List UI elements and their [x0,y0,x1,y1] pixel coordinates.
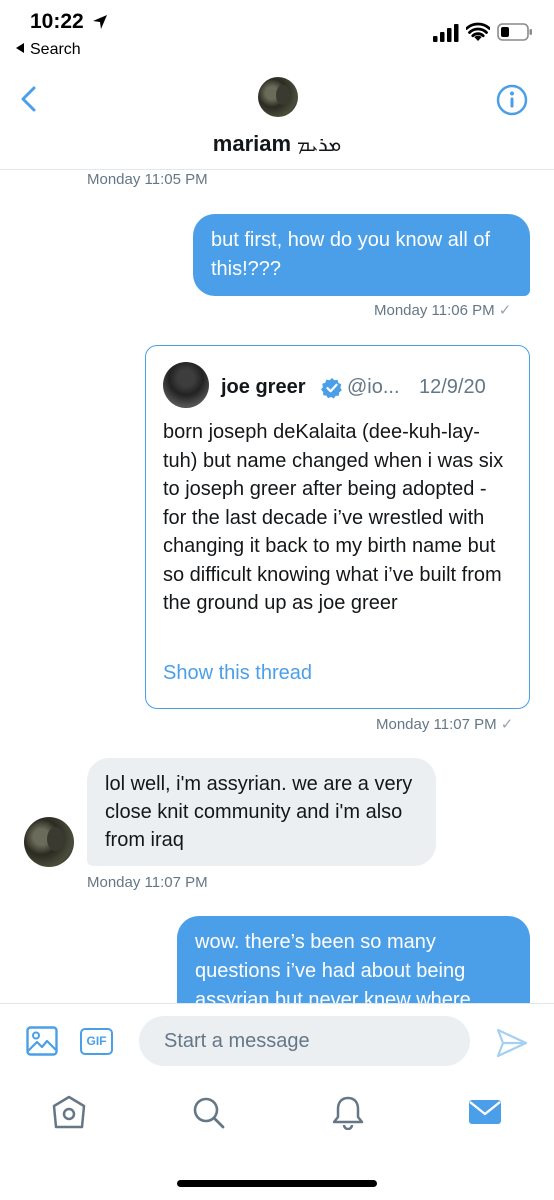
message-timestamp: Monday 11:07 PM [87,874,208,891]
notifications-bell-icon[interactable] [330,1094,366,1130]
outgoing-message[interactable]: but first, how do you know all of this!?… [193,214,530,296]
back-chevron-icon[interactable] [18,86,40,112]
conversation-header: mariam ܡܪܝܡ [0,70,554,170]
gif-button[interactable]: GIF [80,1028,113,1055]
tweet-author-name: joe greer [221,376,306,398]
show-thread-link[interactable]: Show this thread [163,662,312,685]
home-icon[interactable] [51,1094,87,1130]
image-icon[interactable] [26,1026,58,1056]
tweet-text: born joseph deKalaita (dee-kuh-lay-tuh) … [163,421,504,614]
search-icon[interactable] [190,1094,226,1130]
bottom-tab-bar [0,1078,554,1200]
back-to-search-link[interactable]: Search [16,41,81,59]
sent-check-icon: ✓ [500,716,514,733]
messages-envelope-icon[interactable] [467,1094,503,1130]
message-timestamp: Monday 11:05 PM [87,171,208,188]
send-icon[interactable] [496,1028,528,1058]
sender-avatar[interactable] [24,817,74,867]
home-indicator[interactable] [177,1180,377,1187]
location-arrow-icon [93,15,107,29]
tweet-author-avatar[interactable] [163,362,209,408]
verified-badge-icon [321,378,342,399]
contact-avatar[interactable] [258,77,298,117]
incoming-message[interactable]: lol well, i'm assyrian. we are a very cl… [87,758,436,866]
back-search-label: Search [30,41,81,58]
back-triangle-icon [16,43,24,53]
conversation-thread[interactable]: Monday 11:05 PM but first, how do you kn… [0,171,554,1003]
sent-check-icon: ✓ [498,302,512,319]
status-time: 10:22 [30,10,84,33]
contact-name-latin: mariam [212,131,292,156]
info-icon[interactable] [496,84,528,116]
outgoing-message[interactable]: wow. there’s been so many questions i’ve… [177,916,530,1003]
message-input[interactable] [139,1016,470,1066]
battery-icon [497,23,532,41]
contact-name-syriac: ܡܪܝܡ [297,134,342,156]
wifi-icon [466,22,490,41]
tweet-date: 12/9/20 [419,376,486,398]
tweet-author-handle: @io... [347,376,400,398]
message-timestamp: Monday 11:07 PM ✓ [376,715,513,733]
timestamp-text: Monday 11:07 PM [376,716,497,733]
timestamp-text: Monday 11:06 PM [374,302,495,319]
cellular-signal-icon [433,24,459,42]
contact-name[interactable]: mariam ܡܪܝܡ [0,131,554,157]
shared-tweet-card[interactable]: joe greer @io... 12/9/20 born joseph deK… [145,345,530,709]
message-timestamp: Monday 11:06 PM ✓ [374,301,511,319]
status-bar: 10:22 Search [0,0,554,70]
message-composer: GIF [0,1003,554,1078]
